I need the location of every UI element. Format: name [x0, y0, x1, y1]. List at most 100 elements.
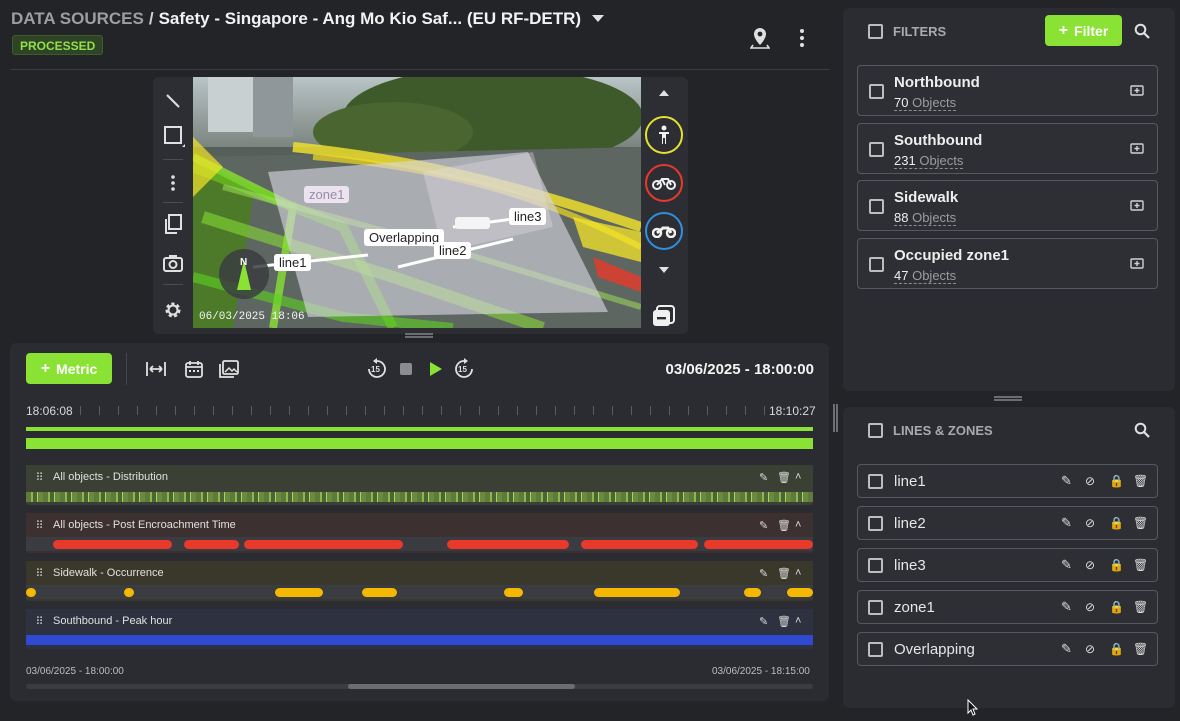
occurrence-segment[interactable] — [744, 588, 761, 597]
scroll-up-icon[interactable] — [655, 86, 673, 100]
delete-icon[interactable]: 🗑 — [777, 471, 795, 484]
search-icon[interactable] — [1132, 420, 1152, 440]
delete-icon[interactable]: 🗑 — [1133, 474, 1157, 488]
lines-select-all-checkbox[interactable] — [868, 423, 883, 438]
hide-icon[interactable]: ⊘ — [1085, 558, 1109, 572]
delete-icon[interactable]: 🗑 — [777, 519, 795, 532]
hide-icon[interactable]: ⊘ — [1085, 642, 1109, 656]
line-zone-row[interactable]: line3 ✎ ⊘ 🔒 🗑 — [857, 548, 1158, 582]
filter-card[interactable]: Southbound 231 Objects — [857, 123, 1158, 174]
camera-video-frame[interactable]: N 06/03/2025 18:06 zone1 line1 Overlappi… — [193, 77, 641, 328]
edit-icon[interactable]: ✎ — [1061, 515, 1085, 531]
add-metric-button[interactable]: + Metric — [26, 353, 112, 384]
hide-icon[interactable]: ⊘ — [1085, 516, 1109, 530]
delete-icon[interactable]: 🗑 — [777, 615, 795, 628]
edit-icon[interactable]: ✎ — [1061, 641, 1085, 657]
drag-handle-icon[interactable]: ⠿ — [26, 567, 53, 580]
horizontal-scrollbar[interactable] — [26, 684, 813, 689]
overlapping-overlay-label[interactable]: Overlapping — [364, 229, 445, 246]
line2-overlay-label[interactable]: line2 — [434, 242, 472, 259]
line-zone-checkbox[interactable] — [868, 599, 883, 615]
delete-icon[interactable]: 🗑 — [1133, 600, 1157, 614]
line-zone-row[interactable]: line2 ✎ ⊘ 🔒 🗑 — [857, 506, 1158, 540]
fit-width-icon[interactable] — [145, 358, 167, 380]
filter-object-count[interactable]: 70 Objects — [894, 95, 957, 111]
metric-track[interactable]: ⠿ All objects - Distribution ✎ 🗑 ˄ — [26, 465, 813, 505]
more-vertical-icon[interactable] — [792, 27, 812, 49]
line-zone-checkbox[interactable] — [868, 557, 883, 573]
occurrence-segment[interactable] — [275, 588, 323, 597]
edit-icon[interactable]: ✎ — [759, 567, 777, 580]
metric-track[interactable]: ⠿ Southbound - Peak hour ✎ 🗑 ˄ — [26, 609, 813, 649]
edit-icon[interactable]: ✎ — [1061, 473, 1085, 489]
pet-segment[interactable] — [53, 540, 172, 549]
scroll-down-icon[interactable] — [655, 263, 673, 277]
line-zone-checkbox[interactable] — [868, 473, 883, 489]
pedestrian-icon[interactable] — [645, 116, 683, 154]
filter-checkbox[interactable] — [869, 257, 884, 272]
motorcycle-icon[interactable] — [645, 212, 683, 250]
edit-icon[interactable]: ✎ — [759, 615, 777, 628]
play-button[interactable] — [426, 359, 446, 379]
metric-track[interactable]: ⠿ Sidewalk - Occurrence ✎ 🗑 ˄ — [26, 561, 813, 601]
breadcrumb-data-sources[interactable]: DATA SOURCES — [11, 9, 144, 28]
drag-handle-icon[interactable]: ⠿ — [26, 471, 53, 484]
filter-object-count[interactable]: 47 Objects — [894, 268, 957, 284]
delete-icon[interactable]: 🗑 — [1133, 516, 1157, 530]
vertical-splitter[interactable] — [833, 404, 838, 432]
collapse-icon[interactable]: ˄ — [795, 519, 813, 531]
hide-icon[interactable]: ⊘ — [1085, 474, 1109, 488]
lock-icon[interactable]: 🔒 — [1109, 558, 1133, 572]
filter-checkbox[interactable] — [869, 199, 884, 214]
video-resize-handle[interactable] — [405, 333, 433, 338]
occurrence-segment[interactable] — [504, 588, 523, 597]
metric-track[interactable]: ⠿ All objects - Post Encroachment Time ✎… — [26, 513, 813, 553]
collapse-icon[interactable]: ˄ — [795, 567, 813, 579]
filter-object-count[interactable]: 231 Objects — [894, 153, 964, 169]
filter-checkbox[interactable] — [869, 84, 884, 99]
timeline-position-bar[interactable] — [26, 427, 813, 431]
line-zone-row[interactable]: zone1 ✎ ⊘ 🔒 🗑 — [857, 590, 1158, 624]
hide-icon[interactable]: ⊘ — [1085, 600, 1109, 614]
pet-segment[interactable] — [581, 540, 698, 549]
add-to-view-icon[interactable] — [1129, 256, 1145, 272]
lock-icon[interactable]: 🔒 — [1109, 600, 1133, 614]
edit-icon[interactable]: ✎ — [1061, 599, 1085, 615]
collapse-icon[interactable]: ˄ — [795, 615, 813, 627]
zone1-overlay-label[interactable]: zone1 — [304, 186, 350, 203]
gallery-icon[interactable] — [218, 358, 240, 380]
pet-segment[interactable] — [184, 540, 239, 549]
delete-icon[interactable]: 🗑 — [777, 567, 795, 580]
occurrence-segment[interactable] — [26, 588, 36, 597]
drag-handle-icon[interactable]: ⠿ — [26, 615, 53, 628]
draw-line-icon[interactable] — [162, 90, 184, 112]
collapse-all-icon[interactable] — [650, 304, 678, 328]
add-filter-button[interactable]: + Filter — [1045, 15, 1122, 46]
occurrence-segment[interactable] — [594, 588, 680, 597]
line-zone-checkbox[interactable] — [868, 515, 883, 531]
lock-icon[interactable]: 🔒 — [1109, 516, 1133, 530]
pet-segment[interactable] — [447, 540, 569, 549]
line1-overlay-label[interactable]: line1 — [274, 254, 312, 271]
add-to-view-icon[interactable] — [1129, 141, 1145, 157]
filter-card[interactable]: Northbound 70 Objects — [857, 65, 1158, 116]
peak-hour-bar[interactable] — [26, 635, 813, 645]
title-dropdown-icon[interactable] — [589, 10, 607, 28]
occurrence-segment[interactable] — [787, 588, 813, 597]
filter-object-count[interactable]: 88 Objects — [894, 210, 957, 226]
search-icon[interactable] — [1132, 21, 1152, 41]
filters-select-all-checkbox[interactable] — [868, 24, 883, 39]
drag-handle-icon[interactable]: ⠿ — [26, 519, 53, 532]
add-to-view-icon[interactable] — [1129, 83, 1145, 99]
line-zone-row[interactable]: Overlapping ✎ ⊘ 🔒 🗑 — [857, 632, 1158, 666]
pet-segment[interactable] — [704, 540, 813, 549]
line-zone-checkbox[interactable] — [868, 641, 883, 657]
lock-icon[interactable]: 🔒 — [1109, 642, 1133, 656]
stop-button[interactable] — [400, 363, 412, 375]
bicycle-icon[interactable] — [645, 164, 683, 202]
copy-icon[interactable] — [162, 213, 184, 235]
draw-zone-icon[interactable] — [162, 125, 186, 147]
collapse-icon[interactable]: ˄ — [795, 471, 813, 483]
edit-icon[interactable]: ✎ — [759, 519, 777, 532]
line-zone-row[interactable]: line1 ✎ ⊘ 🔒 🗑 — [857, 464, 1158, 498]
